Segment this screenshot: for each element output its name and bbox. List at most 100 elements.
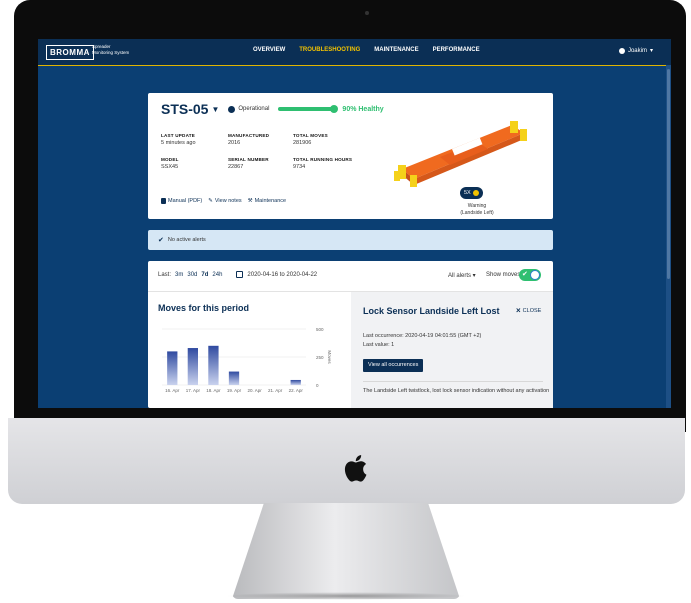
user-menu[interactable]: Joakim ▾ bbox=[618, 47, 653, 54]
alert-text: No active alerts bbox=[167, 237, 206, 243]
panel-title: Lock Sensor Landside Left Lost bbox=[363, 306, 500, 316]
field-value: 5 minutes ago bbox=[161, 140, 196, 146]
scroll-thumb[interactable] bbox=[667, 69, 670, 279]
alert-description: The Landside Left twistlock, lost lock s… bbox=[363, 388, 549, 394]
caret-down-icon[interactable]: ▼ bbox=[211, 105, 219, 114]
field-value: 9734 bbox=[293, 164, 306, 170]
nav-maintenance[interactable]: MAINTENANCE bbox=[374, 47, 418, 53]
x-tick-label: 22. Apr bbox=[289, 388, 304, 393]
warning-count: 5X bbox=[464, 190, 471, 196]
health-bar bbox=[278, 105, 339, 113]
bar-3 bbox=[228, 371, 240, 385]
manual-link[interactable]: Manual (PDF) bbox=[161, 198, 202, 204]
user-icon bbox=[618, 47, 625, 54]
x-tick-label: 16. Apr bbox=[165, 388, 180, 393]
last-occurrence: Last occurrence: 2020-04-19 04:01:55 (GM… bbox=[363, 333, 482, 339]
unit-selector[interactable]: STS-05 bbox=[161, 101, 208, 117]
main-nav: OVERVIEW TROUBLESHOOTING MAINTENANCE PER… bbox=[253, 47, 480, 53]
top-navbar: BROMMA Spreader Monitoring System OVERVI… bbox=[38, 39, 671, 66]
bromma-logo[interactable]: BROMMA bbox=[46, 45, 94, 60]
bar-1 bbox=[187, 348, 198, 385]
bell-icon bbox=[472, 190, 479, 196]
moves-title: Moves for this period bbox=[158, 303, 250, 313]
x-tick-label: 18. Apr bbox=[206, 388, 221, 393]
spreader-illustration bbox=[394, 121, 527, 187]
bar-2 bbox=[208, 345, 219, 385]
nav-troubleshooting[interactable]: TROUBLESHOOTING bbox=[299, 47, 360, 53]
field-last-update: LAST UPDATE 5 minutes ago bbox=[161, 133, 196, 146]
check-icon: ✔ bbox=[158, 237, 164, 244]
unit-card: STS-05 ▼ Operational 90% Healthy LAST UP… bbox=[148, 93, 553, 219]
alert-detail-panel: Lock Sensor Landside Left Lost × CLOSE L… bbox=[351, 292, 553, 408]
warning-text: Warning (Landside Left) bbox=[452, 203, 502, 217]
field-label: TOTAL RUNNING HOURS bbox=[293, 157, 353, 162]
period-7d[interactable]: 7d bbox=[201, 272, 208, 278]
pencil-icon: ✎ bbox=[208, 198, 213, 204]
field-running-hours: TOTAL RUNNING HOURS 9734 bbox=[293, 157, 352, 170]
divider bbox=[363, 381, 543, 382]
field-label: MODEL bbox=[161, 157, 179, 162]
toggle-knob bbox=[530, 270, 540, 280]
field-label: MANUFACTURED bbox=[228, 133, 270, 138]
moves-chart: 0 250 500 Moves 16. Apr 17. Apr 18. Apr 19. Apr… bbox=[162, 327, 332, 393]
warning-badge[interactable]: 5X bbox=[460, 187, 483, 199]
status-text: Operational bbox=[238, 106, 270, 112]
warning-line-1: Warning bbox=[467, 203, 487, 209]
show-moves-label: Show moves bbox=[486, 272, 521, 278]
nav-performance[interactable]: PERFORMANCE bbox=[433, 47, 480, 53]
scrollbar[interactable] bbox=[666, 65, 671, 408]
y-axis-label: Moves bbox=[327, 350, 332, 364]
alerts-dropdown-label: All alerts bbox=[448, 273, 472, 279]
field-label: LAST UPDATE bbox=[161, 133, 196, 138]
wrench-icon: ⚒ bbox=[247, 198, 253, 204]
manual-link-label: Manual (PDF) bbox=[168, 198, 203, 204]
view-occurrences-button[interactable]: View all occurrences bbox=[363, 359, 424, 372]
imac-chin bbox=[8, 418, 685, 504]
period-24h[interactable]: 24h bbox=[212, 272, 222, 278]
apple-logo-icon bbox=[344, 454, 367, 482]
alerts-dropdown[interactable]: All alerts ▾ bbox=[448, 272, 476, 279]
field-serial: SERIAL NUMBER 22867 bbox=[228, 157, 269, 170]
app-subtitle: Spreader Monitoring System bbox=[92, 44, 129, 56]
x-tick-label: 20. Apr bbox=[247, 388, 262, 393]
calendar-icon[interactable] bbox=[236, 271, 244, 278]
pdf-icon bbox=[161, 198, 166, 204]
field-value: SSX45 bbox=[161, 164, 179, 170]
field-manufactured: MANUFACTURED 2016 bbox=[228, 133, 269, 146]
field-value: 281906 bbox=[293, 140, 312, 146]
x-tick-label: 17. Apr bbox=[186, 388, 201, 393]
y-tick-label: 500 bbox=[316, 327, 324, 332]
period-3m[interactable]: 3m bbox=[175, 272, 183, 278]
bar-6 bbox=[290, 379, 301, 385]
unit-row: STS-05 ▼ Operational 90% Healthy bbox=[161, 101, 384, 117]
chevron-down-icon: ▾ bbox=[649, 48, 653, 54]
camera bbox=[365, 11, 369, 15]
maintenance-link[interactable]: ⚒ Maintenance bbox=[248, 198, 286, 204]
notes-link-label: View notes bbox=[214, 198, 242, 204]
field-total-moves: TOTAL MOVES 281906 bbox=[293, 133, 328, 146]
imac-stand bbox=[232, 503, 460, 599]
period-label: Last: bbox=[158, 271, 172, 278]
status-icon bbox=[228, 105, 236, 113]
user-name: Joakim bbox=[627, 47, 647, 54]
check-icon: ✔ bbox=[522, 271, 528, 278]
x-tick-label: 21. Apr bbox=[268, 388, 283, 393]
last-value: Last value: 1 bbox=[363, 342, 395, 348]
notes-link[interactable]: ✎ View notes bbox=[208, 198, 241, 204]
maintenance-link-label: Maintenance bbox=[254, 198, 287, 204]
show-moves-toggle[interactable]: ✔ bbox=[519, 269, 541, 281]
y-tick-label: 0 bbox=[316, 383, 319, 388]
alert-bar: ✔ No active alerts bbox=[148, 230, 553, 250]
close-button[interactable]: × CLOSE bbox=[516, 307, 542, 315]
period-30d[interactable]: 30d bbox=[187, 272, 197, 278]
y-tick-label: 250 bbox=[316, 355, 324, 360]
nav-overview[interactable]: OVERVIEW bbox=[253, 47, 285, 53]
close-label: CLOSE bbox=[522, 308, 542, 314]
health-text: 90% Healthy bbox=[342, 105, 384, 113]
date-range[interactable]: 2020-04-16 to 2020-04-22 bbox=[247, 272, 317, 278]
screen: BROMMA Spreader Monitoring System OVERVI… bbox=[38, 39, 671, 408]
period-card: Last: 3m 30d 7d 24h 2020-04-16 to 2020-0… bbox=[148, 261, 553, 408]
stand-shadow bbox=[226, 592, 466, 600]
bar-0 bbox=[167, 351, 178, 385]
field-value: 22867 bbox=[228, 164, 244, 170]
